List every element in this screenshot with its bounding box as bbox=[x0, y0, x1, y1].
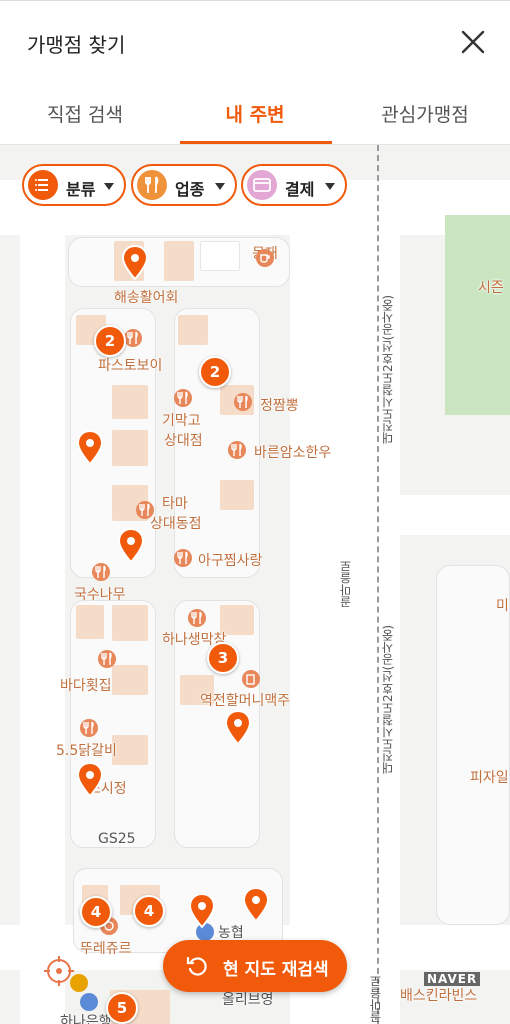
place-label[interactable]: 해송활어회 bbox=[114, 287, 178, 307]
cluster-marker[interactable]: 4 bbox=[80, 896, 112, 928]
place-label[interactable]: 배스킨라빈스 bbox=[400, 985, 477, 1005]
tab-bar: 직접 검색 내 주변 관심가맹점 bbox=[0, 85, 510, 145]
place-label[interactable]: 역전할머니맥주 bbox=[200, 690, 290, 710]
place-label[interactable]: GS25 bbox=[98, 831, 136, 847]
building bbox=[76, 605, 104, 639]
road bbox=[400, 495, 510, 535]
chevron-down-icon bbox=[104, 183, 114, 190]
building bbox=[220, 480, 254, 510]
map-pin-icon[interactable] bbox=[188, 893, 216, 929]
place-label[interactable]: 아구찜사랑 bbox=[198, 550, 262, 570]
building bbox=[112, 605, 148, 641]
road bbox=[20, 235, 65, 1024]
building bbox=[112, 735, 148, 765]
card-icon bbox=[247, 170, 277, 200]
map-pin-icon[interactable] bbox=[242, 887, 270, 923]
place-label[interactable]: 국수나무 bbox=[74, 584, 126, 604]
restaurant-icon[interactable] bbox=[124, 329, 142, 347]
filter-industry-label: 업종 bbox=[175, 180, 205, 199]
map-pin-icon[interactable] bbox=[224, 710, 252, 746]
restaurant-icon[interactable] bbox=[92, 563, 110, 581]
place-label[interactable]: 바다횟집 bbox=[60, 675, 112, 695]
place-label[interactable]: 정짬뽕 bbox=[260, 395, 299, 415]
current-location-icon[interactable] bbox=[40, 952, 78, 990]
tab-nearby[interactable]: 내 주변 bbox=[170, 85, 340, 145]
chevron-down-icon bbox=[325, 183, 335, 190]
road-label: 골마을로 bbox=[339, 560, 353, 608]
refresh-icon bbox=[186, 956, 207, 976]
place-label[interactable]: 기막고 bbox=[162, 410, 201, 430]
building bbox=[112, 385, 148, 419]
page-title: 가맹점 찾기 bbox=[27, 33, 126, 57]
research-map-button[interactable]: 현 지도 재검색 bbox=[163, 940, 347, 992]
filter-category-label: 분류 bbox=[66, 180, 96, 199]
restaurant-icon[interactable] bbox=[174, 389, 192, 407]
restaurant-icon[interactable] bbox=[174, 549, 192, 567]
building bbox=[164, 241, 194, 281]
restaurant-icon[interactable] bbox=[98, 650, 116, 668]
restaurant-icon[interactable] bbox=[80, 719, 98, 737]
building bbox=[200, 241, 240, 271]
map-pin-icon[interactable] bbox=[76, 762, 104, 798]
bar-icon[interactable] bbox=[242, 670, 260, 688]
restaurant-icon[interactable] bbox=[228, 441, 246, 459]
map-view[interactable]: 해송활어회 몽재 시즌 파스토보이 정짬뽕 기막고 상대점 바른암소한우 타마 … bbox=[0, 145, 510, 1024]
fork-knife-icon bbox=[137, 170, 167, 200]
map-pin-icon[interactable] bbox=[76, 430, 104, 466]
tab-favorites[interactable]: 관심가맹점 bbox=[340, 85, 510, 145]
bank-icon[interactable] bbox=[80, 993, 98, 1011]
filter-payment-button[interactable]: 결제 bbox=[241, 164, 347, 206]
close-icon[interactable] bbox=[458, 27, 488, 57]
cluster-marker[interactable]: 5 bbox=[106, 992, 138, 1024]
building bbox=[178, 315, 208, 345]
building bbox=[112, 665, 148, 695]
place-label[interactable]: 뚜레쥬르 bbox=[80, 938, 132, 958]
chevron-down-icon bbox=[215, 183, 225, 190]
research-map-label: 현 지도 재검색 bbox=[223, 960, 329, 980]
place-label[interactable]: 미 bbox=[496, 595, 509, 615]
tab-active-underline bbox=[180, 141, 332, 144]
header: 가맹점 찾기 bbox=[0, 0, 510, 85]
place-label[interactable]: 농협 bbox=[218, 922, 244, 942]
place-label[interactable]: 상대점 bbox=[164, 430, 203, 450]
filter-payment-label: 결제 bbox=[285, 180, 315, 199]
place-label[interactable]: 타마 bbox=[162, 493, 188, 513]
place-label[interactable]: 올리브영 bbox=[222, 989, 274, 1009]
map-pin-icon[interactable] bbox=[121, 245, 149, 281]
green-area bbox=[445, 215, 510, 415]
cafe-icon[interactable] bbox=[256, 249, 274, 267]
map-pin-icon[interactable] bbox=[117, 528, 145, 564]
road-label: 대진도시철도2호선(공사중) bbox=[381, 295, 395, 444]
restaurant-icon[interactable] bbox=[136, 501, 154, 519]
place-label[interactable]: 시즌 bbox=[478, 277, 504, 297]
place-label[interactable]: 하나은행 bbox=[60, 1011, 112, 1024]
restaurant-icon[interactable] bbox=[188, 609, 206, 627]
cluster-marker[interactable]: 4 bbox=[133, 895, 165, 927]
list-icon bbox=[28, 170, 58, 200]
cluster-marker[interactable]: 2 bbox=[199, 356, 231, 388]
rail-dashed-line bbox=[377, 145, 379, 1024]
building bbox=[112, 430, 148, 466]
place-label[interactable]: 피자일 bbox=[470, 767, 509, 787]
restaurant-icon[interactable] bbox=[234, 393, 252, 411]
place-label[interactable]: 5.5닭갈비 bbox=[56, 740, 117, 760]
place-label[interactable]: 상대동점 bbox=[150, 513, 202, 533]
cluster-marker[interactable]: 2 bbox=[94, 325, 126, 357]
tab-direct-search[interactable]: 직접 검색 bbox=[0, 85, 170, 145]
place-label[interactable]: 파스토보이 bbox=[98, 355, 162, 375]
naver-watermark: NAVER bbox=[424, 972, 481, 986]
filter-category-button[interactable]: 분류 bbox=[22, 164, 126, 206]
filter-industry-button[interactable]: 업종 bbox=[131, 164, 237, 206]
road-label: 대진도시철도2호선(공사중) bbox=[381, 625, 395, 774]
block bbox=[436, 565, 510, 925]
cluster-marker[interactable]: 3 bbox=[207, 642, 239, 674]
road-label: 골마을로 bbox=[369, 975, 383, 1023]
place-label[interactable]: 바른암소한우 bbox=[254, 442, 331, 462]
